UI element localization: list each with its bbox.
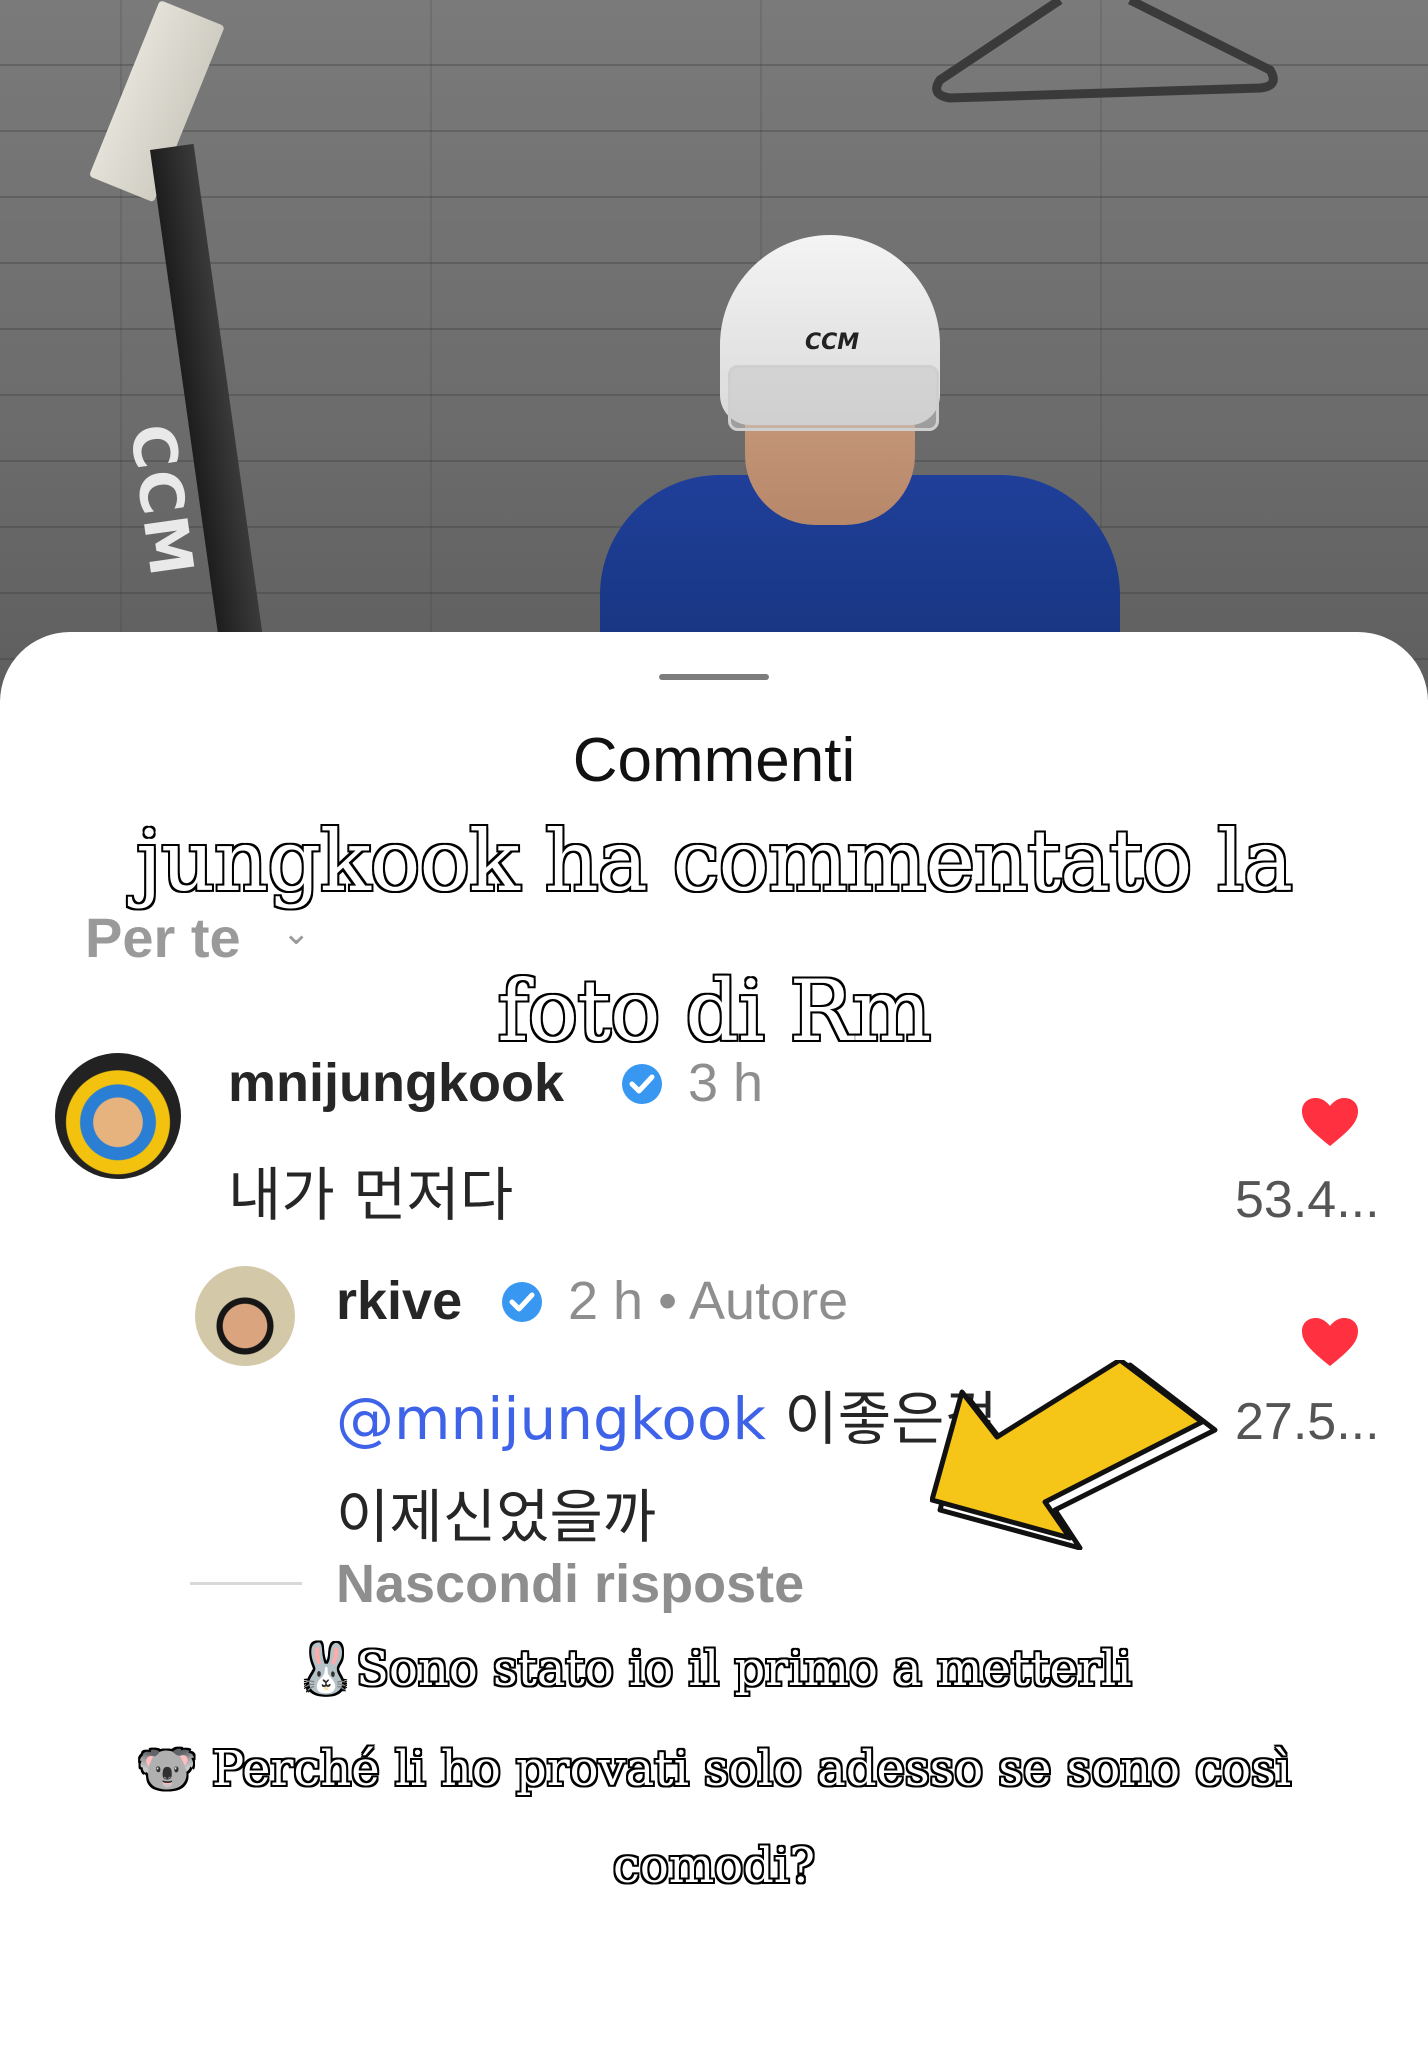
- author-badge: Autore: [689, 1271, 849, 1331]
- player-figure: CCM: [600, 235, 1120, 700]
- caption-line: comodi?: [0, 1838, 1428, 1894]
- comment-time: 3 h: [688, 1053, 764, 1113]
- caption-text: comodi?: [612, 1838, 815, 1894]
- reply-text-line2: 이제신었을까: [336, 1483, 657, 1551]
- comment-text: 내가 먼저다: [228, 1161, 514, 1229]
- sheet-title: Commenti: [572, 726, 856, 795]
- verified-badge-icon: [622, 1064, 662, 1104]
- hide-replies-button[interactable]: Nascondi risposte: [336, 1553, 804, 1615]
- like-count: 27.5...: [1235, 1393, 1380, 1451]
- caption-line: 🐨 Perché li ho provati solo adesso se so…: [0, 1740, 1428, 1797]
- replies-divider: [190, 1582, 302, 1585]
- coat-hanger: [932, 0, 1278, 103]
- overlay-title-line1: jungkook ha commentato la: [134, 811, 1294, 912]
- bunny-emoji-icon: 🐰: [296, 1641, 357, 1697]
- avatar[interactable]: [55, 1053, 181, 1179]
- player-visor: [728, 365, 939, 431]
- reply-time: 2 h: [568, 1271, 644, 1331]
- meta-separator: •: [658, 1271, 677, 1331]
- caption-text: Perché li ho provati solo adesso se sono…: [211, 1741, 1292, 1797]
- koala-emoji-icon: 🐨: [136, 1741, 197, 1797]
- sort-dropdown[interactable]: Per te: [85, 905, 241, 970]
- wall-mortar-line: [430, 0, 432, 700]
- chevron-down-icon[interactable]: ⌄: [282, 913, 311, 953]
- heart-icon[interactable]: [1302, 1098, 1358, 1148]
- reply-text-line1: @mnijungkook 이좋은걸: [336, 1372, 998, 1456]
- caption-text: Sono stato io il primo a metterli: [356, 1641, 1132, 1697]
- heart-icon[interactable]: [1302, 1318, 1358, 1368]
- comment-username[interactable]: mnijungkook: [228, 1052, 564, 1114]
- mention-link[interactable]: @mnijungkook: [336, 1385, 766, 1453]
- caption-line: 🐰Sono stato io il primo a metterli: [0, 1640, 1428, 1697]
- verified-badge-icon: [502, 1282, 542, 1322]
- avatar[interactable]: [195, 1266, 295, 1366]
- arrow-sticker: [930, 1360, 1218, 1550]
- sheet-drag-handle[interactable]: [659, 674, 769, 680]
- like-count: 53.4...: [1235, 1171, 1380, 1229]
- reply-username[interactable]: rkive: [336, 1270, 462, 1332]
- reply-meta: 2 h • Autore: [568, 1270, 848, 1332]
- overlay-title-line2: foto di Rm: [496, 961, 933, 1062]
- video-background: CCM CCM: [0, 0, 1428, 700]
- helmet-brand-text: CCM: [805, 330, 860, 355]
